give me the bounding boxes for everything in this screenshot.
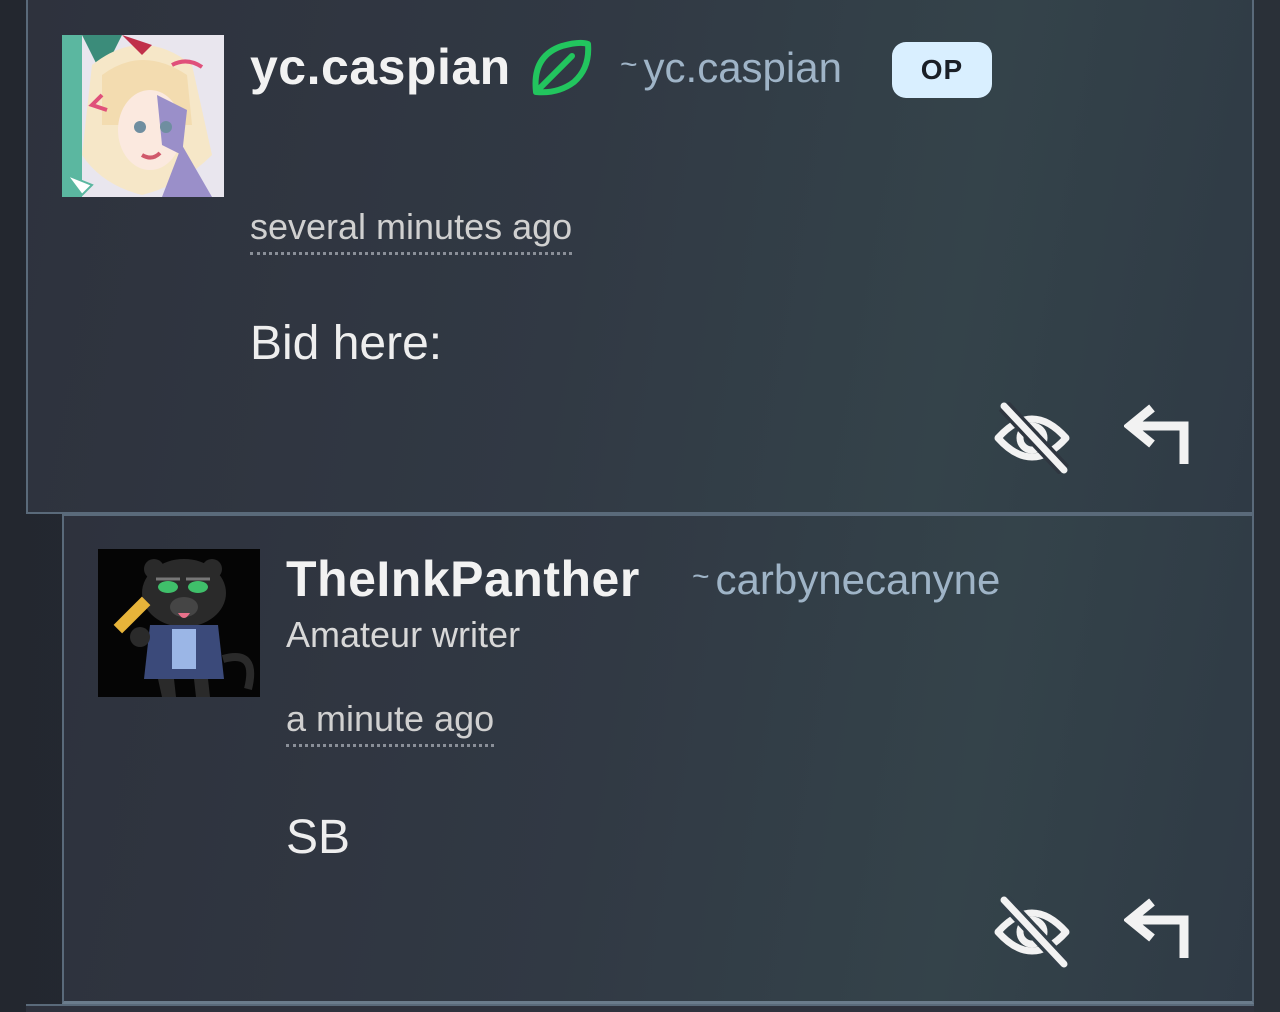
handle-text: carbynecanyne bbox=[715, 556, 1001, 603]
avatar[interactable] bbox=[98, 549, 260, 697]
handle-text: yc.caspian bbox=[643, 44, 842, 91]
eye-slash-icon bbox=[994, 896, 1070, 968]
user-handle[interactable]: ~ yc.caspian bbox=[620, 44, 842, 92]
timestamp[interactable]: a minute ago bbox=[286, 698, 495, 747]
reply-button[interactable] bbox=[1124, 404, 1194, 468]
user-handle[interactable]: ~ carbynecanyne bbox=[692, 556, 1000, 604]
next-comment-edge bbox=[26, 1004, 1254, 1012]
hide-button[interactable] bbox=[994, 402, 1070, 474]
handle-prefix: ~ bbox=[692, 560, 710, 593]
username[interactable]: yc.caspian bbox=[250, 38, 511, 96]
comment-body: Bid here: bbox=[250, 317, 443, 370]
user-title: Amateur writer bbox=[286, 614, 521, 655]
reply-arrow-icon bbox=[1124, 404, 1189, 464]
op-badge: OP bbox=[892, 42, 992, 98]
reply-arrow-icon bbox=[1124, 898, 1189, 958]
timestamp[interactable]: several minutes ago bbox=[250, 206, 573, 255]
hide-button[interactable] bbox=[994, 896, 1070, 968]
comment-thread: yc.caspian ~ yc.caspian OP several minute… bbox=[0, 0, 1280, 1012]
handle-prefix: ~ bbox=[620, 48, 638, 81]
leaf-icon bbox=[528, 38, 592, 98]
avatar[interactable] bbox=[62, 35, 224, 197]
comment-body: SB bbox=[286, 811, 351, 864]
eye-slash-icon bbox=[994, 402, 1070, 474]
reply-comment-card: TheInkPanther ~ carbynecanyne Amateur wri… bbox=[62, 514, 1254, 1004]
reply-button[interactable] bbox=[1124, 898, 1194, 962]
comment-card: yc.caspian ~ yc.caspian OP several minute… bbox=[26, 0, 1254, 514]
username[interactable]: TheInkPanther bbox=[286, 550, 640, 608]
